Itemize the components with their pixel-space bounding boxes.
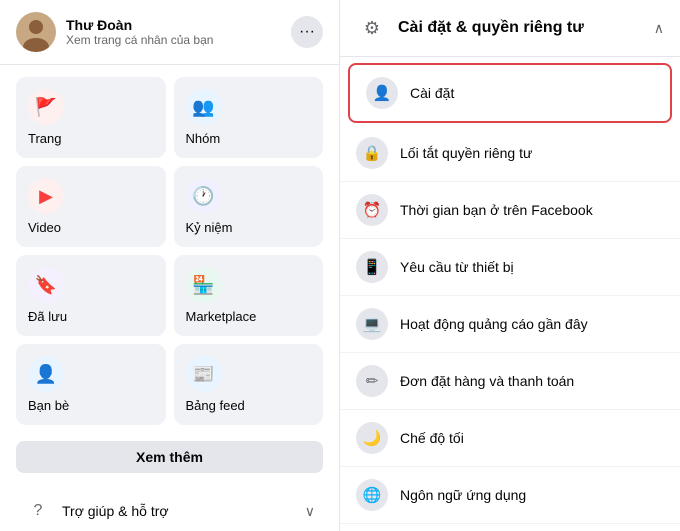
caidat-active-wrapper: 👤 Cài đặt (348, 63, 672, 123)
menu-item-nhom[interactable]: 👥 Nhóm (174, 77, 324, 158)
menu-item-nhom-label: Nhóm (186, 131, 221, 146)
right-panel: ⚙ Cài đặt & quyền riêng tư ∧ 👤 Cài đặt 🔒… (340, 0, 680, 531)
trang-icon: 🚩 (28, 89, 64, 125)
dondat-label: Đơn đặt hàng và thanh toán (400, 373, 574, 389)
nhom-icon: 👥 (186, 89, 222, 125)
ngonngu-icon: 🌐 (356, 479, 388, 511)
right-menu-item-chedo[interactable]: 🌙 Chế độ tối (340, 410, 680, 467)
yeucau-icon: 📱 (356, 251, 388, 283)
help-chevron: ∨ (305, 503, 315, 520)
menu-grid: 🚩 Trang 👥 Nhóm ▶ Video 🕐 Kỷ niệm 🔖 Đã lư… (0, 65, 339, 437)
menu-item-marketplace-label: Marketplace (186, 309, 257, 324)
right-menu-item-loitat[interactable]: 🔒 Lối tắt quyền riêng tư (340, 125, 680, 182)
menu-item-trang-label: Trang (28, 131, 61, 146)
menu-item-video-label: Video (28, 220, 61, 235)
right-menu-item-hoatdong[interactable]: 💻 Hoạt động quảng cáo gần đây (340, 296, 680, 353)
right-header-chevron: ∧ (654, 20, 664, 37)
marketplace-icon: 🏪 (186, 267, 222, 303)
see-more-button[interactable]: Xem thêm (16, 441, 323, 473)
hoatdong-label: Hoạt động quảng cáo gần đây (400, 316, 588, 332)
right-menu-item-caidat[interactable]: 👤 Cài đặt (350, 65, 670, 121)
bangfeed-icon: 📰 (186, 356, 222, 392)
right-panel-header[interactable]: ⚙ Cài đặt & quyền riêng tư ∧ (340, 0, 680, 57)
kynamiem-icon: 🕐 (186, 178, 222, 214)
ngonngu-label: Ngôn ngữ ứng dụng (400, 487, 526, 503)
menu-item-kynamiem-label: Kỷ niệm (186, 220, 233, 235)
right-menu-item-dondat[interactable]: ✏ Đơn đặt hàng và thanh toán (340, 353, 680, 410)
menu-item-trang[interactable]: 🚩 Trang (16, 77, 166, 158)
menu-item-daluu-label: Đã lưu (28, 309, 67, 324)
menu-item-marketplace[interactable]: 🏪 Marketplace (174, 255, 324, 336)
right-menu-item-thoigian[interactable]: ⏰ Thời gian bạn ở trên Facebook (340, 182, 680, 239)
help-label: Trợ giúp & hỗ trợ (62, 503, 295, 519)
right-menu-item-ngonngu[interactable]: 🌐 Ngôn ngữ ứng dụng (340, 467, 680, 524)
user-info: Thư Đoàn Xem trang cá nhân của bạn (66, 17, 281, 48)
video-icon: ▶ (28, 178, 64, 214)
menu-item-kynamiem[interactable]: 🕐 Kỷ niệm (174, 166, 324, 247)
caidat-icon: 👤 (366, 77, 398, 109)
banbe-icon: 👤 (28, 356, 64, 392)
chedo-label: Chế độ tối (400, 430, 464, 446)
more-options-button[interactable]: ··· (291, 16, 323, 48)
yeucau-label: Yêu cầu từ thiết bị (400, 259, 514, 275)
user-subtitle: Xem trang cá nhân của bạn (66, 33, 281, 47)
loitat-icon: 🔒 (356, 137, 388, 169)
thoigian-label: Thời gian bạn ở trên Facebook (400, 202, 593, 218)
daluu-icon: 🔖 (28, 267, 64, 303)
right-menu-item-sudung[interactable]: 📱 Sử dụng dữ liệu di động (340, 524, 680, 531)
right-menu-item-yeucau[interactable]: 📱 Yêu cầu từ thiết bị (340, 239, 680, 296)
help-icon: ? (24, 497, 52, 525)
user-name: Thư Đoàn (66, 17, 281, 34)
user-profile: Thư Đoàn Xem trang cá nhân của bạn ··· (0, 0, 339, 65)
menu-item-banbe[interactable]: 👤 Bạn bè (16, 344, 166, 425)
left-panel: Thư Đoàn Xem trang cá nhân của bạn ··· 🚩… (0, 0, 340, 531)
avatar[interactable] (16, 12, 56, 52)
dondat-icon: ✏ (356, 365, 388, 397)
caidat-label: Cài đặt (410, 85, 454, 101)
right-header-settings-icon: ⚙ (356, 12, 388, 44)
menu-item-bangfeed[interactable]: 📰 Bảng feed (174, 344, 324, 425)
menu-item-daluu[interactable]: 🔖 Đã lưu (16, 255, 166, 336)
chedo-icon: 🌙 (356, 422, 388, 454)
menu-item-banbe-label: Bạn bè (28, 398, 69, 413)
menu-item-video[interactable]: ▶ Video (16, 166, 166, 247)
hoatdong-icon: 💻 (356, 308, 388, 340)
menu-item-bangfeed-label: Bảng feed (186, 398, 245, 413)
loitat-label: Lối tắt quyền riêng tư (400, 145, 532, 161)
help-section[interactable]: ? Trợ giúp & hỗ trợ ∨ (8, 487, 331, 531)
right-header-title: Cài đặt & quyền riêng tư (398, 19, 644, 37)
thoigian-icon: ⏰ (356, 194, 388, 226)
